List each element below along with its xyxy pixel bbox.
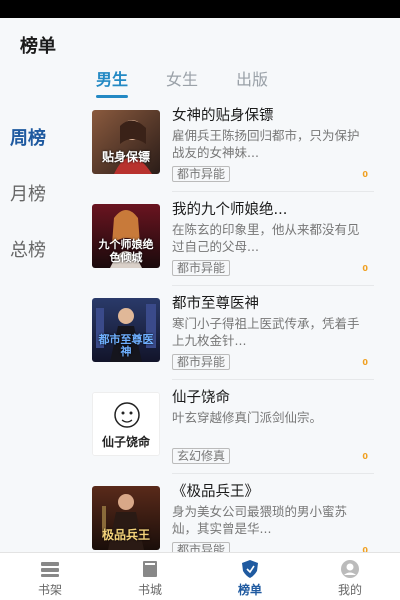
book-item[interactable]: 贴身保镖 女神的贴身保镖 雇佣兵王陈扬回归都市，只为保护战友的女神妹... 都市… (92, 98, 374, 192)
side-item-monthly[interactable]: 月榜 (10, 180, 46, 206)
book-title[interactable]: 《极品兵王》 (172, 480, 368, 501)
ranking-shield-icon (239, 559, 261, 579)
user-icon (339, 559, 361, 579)
gender-tabs: 男生 女生 出版 (96, 66, 268, 98)
cover-title: 贴身保镖 (101, 150, 150, 164)
book-title[interactable]: 我的九个师娘绝... (172, 198, 368, 219)
tabbar-label: 书城 (137, 583, 162, 597)
book-icon (139, 559, 161, 579)
book-cover: 贴身保镖 (92, 110, 160, 174)
book-item[interactable]: 九个师娘绝色倾城 我的九个师娘绝... 在陈玄的印象里，他从来都没有见过自己的父… (92, 192, 374, 286)
page-title: 榜单 (20, 36, 56, 57)
genre-tag: 玄幻修真 (172, 448, 231, 464)
genre-tag: 都市异能 (172, 260, 231, 276)
tab-male[interactable]: 男生 (96, 66, 129, 98)
tabbar-item-mine[interactable]: 我的 (300, 553, 400, 600)
tab-female[interactable]: 女生 (166, 66, 198, 98)
book-title[interactable]: 仙子饶命 (172, 386, 368, 407)
count-badge: 0 (362, 452, 368, 461)
book-description: 寒门小子得祖上医武传承，凭着手上九枚金针... (172, 316, 360, 348)
count-badge: 0 (362, 264, 368, 273)
tabbar-item-ranking[interactable]: 榜单 (200, 553, 300, 600)
book-cover: 仙子饶命 (92, 392, 160, 456)
genre-tag: 都市异能 (172, 166, 231, 182)
side-item-weekly[interactable]: 周榜 (10, 124, 46, 150)
book-description: 叶玄穿越修真门派剑仙宗。 (172, 410, 323, 425)
tabbar-label: 我的 (337, 583, 362, 597)
bookshelf-icon (39, 559, 61, 579)
book-description: 身为美女公司最猥琐的男小蜜苏灿，其实曾是华... (172, 504, 348, 536)
tab-publish[interactable]: 出版 (236, 66, 268, 98)
book-title[interactable]: 都市至尊医神 (172, 292, 368, 313)
ranking-period-nav: 周榜 月榜 总榜 (10, 124, 46, 292)
book-item[interactable]: 仙子饶命 仙子饶命 叶玄穿越修真门派剑仙宗。 玄幻修真 0 (92, 380, 374, 474)
tabbar-item-bookshelf[interactable]: 书架 (0, 553, 100, 600)
genre-tag: 都市异能 (172, 354, 231, 370)
book-list: 贴身保镖 女神的贴身保镖 雇佣兵王陈扬回归都市，只为保护战友的女神妹... 都市… (92, 98, 374, 568)
count-badge: 0 (362, 358, 368, 367)
book-item[interactable]: 都市至尊医神 都市至尊医神 寒门小子得祖上医武传承，凭着手上九枚金针... 都市… (92, 286, 374, 380)
book-title[interactable]: 女神的贴身保镖 (172, 104, 368, 125)
status-bar (0, 0, 400, 18)
book-cover: 都市至尊医神 (92, 298, 160, 362)
tabbar-label: 榜单 (237, 583, 262, 597)
book-cover: 九个师娘绝色倾城 (92, 204, 160, 268)
cover-title: 极品兵王 (101, 528, 150, 542)
cover-title: 九个师娘绝色倾城 (98, 238, 154, 264)
count-badge: 0 (362, 170, 368, 179)
tabbar-label: 书架 (37, 583, 62, 597)
bottom-tab-bar: 书架 书城 榜单 我的 (0, 552, 400, 600)
cover-title: 都市至尊医神 (98, 333, 154, 358)
tabbar-item-bookstore[interactable]: 书城 (100, 553, 200, 600)
book-description: 雇佣兵王陈扬回归都市，只为保护战友的女神妹... (172, 128, 360, 160)
book-cover: 极品兵王 (92, 486, 160, 550)
book-description: 在陈玄的印象里，他从来都没有见过自己的父母... (172, 222, 360, 254)
cover-title: 仙子饶命 (101, 435, 150, 449)
side-item-total[interactable]: 总榜 (10, 236, 46, 262)
